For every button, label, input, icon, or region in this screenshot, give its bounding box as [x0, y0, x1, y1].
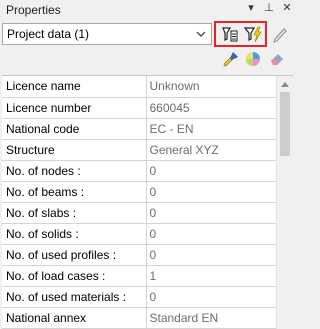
property-name: No. of used profiles : — [2, 244, 147, 266]
panel-title: Properties — [6, 3, 61, 17]
panel-titlebar: Properties ▾ ⊥ ✕ — [0, 0, 296, 18]
property-value[interactable]: Unknown — [146, 76, 276, 98]
property-row[interactable]: National annex Standard EN — [2, 307, 276, 329]
property-value[interactable]: 0 — [146, 160, 276, 182]
property-row[interactable]: No. of used materials :0 — [2, 286, 276, 308]
property-row[interactable]: No. of used profiles :0 — [2, 244, 276, 266]
vertical-scrollbar[interactable] — [276, 76, 293, 329]
property-name: No. of nodes : — [2, 160, 147, 182]
property-row[interactable]: Structure General XYZ — [2, 139, 276, 161]
object-selector-value: Project data (1) — [7, 27, 90, 41]
property-name: No. of solids : — [2, 223, 147, 245]
property-row[interactable]: No. of load cases :1 — [2, 265, 276, 287]
brush-icon[interactable] — [222, 50, 240, 68]
pencil-icon[interactable] — [271, 25, 289, 43]
properties-table: Licence name Unknown Licence number 660045 N… — [2, 76, 276, 329]
property-row[interactable]: No. of nodes :0 — [2, 160, 276, 182]
panel-controls: ▾ ⊥ ✕ — [246, 2, 292, 15]
object-selector-dropdown[interactable]: Project data (1) — [2, 23, 212, 45]
property-name: No. of used materials : — [2, 286, 147, 308]
property-name: No. of load cases : — [2, 265, 147, 287]
chevron-down-icon — [196, 31, 206, 37]
property-name: National code — [2, 118, 147, 140]
property-value[interactable]: Standard EN — [146, 307, 276, 329]
property-name: No. of beams : — [2, 181, 147, 203]
property-value[interactable]: EC - EN — [146, 118, 276, 140]
property-name: Licence number — [2, 97, 147, 119]
filter-lightning-icon[interactable] — [244, 25, 262, 43]
property-value[interactable]: General XYZ — [146, 139, 276, 161]
property-value[interactable]: 1 — [146, 265, 276, 287]
property-value[interactable]: 0 — [146, 244, 276, 266]
pin-button[interactable]: ⊥ — [264, 2, 274, 15]
property-value[interactable]: 0 — [146, 202, 276, 224]
color-palette-icon[interactable] — [244, 50, 262, 68]
filter-list-icon[interactable] — [221, 25, 239, 43]
panel-menu-button[interactable]: ▾ — [246, 2, 256, 15]
scrollbar-thumb[interactable] — [280, 92, 290, 156]
eraser-icon[interactable] — [268, 50, 286, 68]
property-row[interactable]: Licence name Unknown — [2, 76, 276, 98]
property-row[interactable]: Licence number 660045 — [2, 97, 276, 119]
property-row[interactable]: No. of slabs :0 — [2, 202, 276, 224]
property-row[interactable]: No. of solids :0 — [2, 223, 276, 245]
property-name: National annex — [2, 307, 147, 329]
property-value[interactable]: 0 — [146, 181, 276, 203]
property-value[interactable]: 660045 — [146, 97, 276, 119]
property-name: Structure — [2, 139, 147, 161]
property-name: No. of slabs : — [2, 202, 147, 224]
properties-grid: Licence name Unknown Licence number 660045 N… — [2, 75, 293, 329]
property-row[interactable]: No. of beams :0 — [2, 181, 276, 203]
property-name: Licence name — [2, 76, 147, 98]
property-value[interactable]: 0 — [146, 223, 276, 245]
property-row[interactable]: National code EC - EN — [2, 118, 276, 140]
property-value[interactable]: 0 — [146, 286, 276, 308]
close-button[interactable]: ✕ — [282, 2, 292, 15]
scroll-up-arrow-icon[interactable] — [281, 82, 289, 87]
